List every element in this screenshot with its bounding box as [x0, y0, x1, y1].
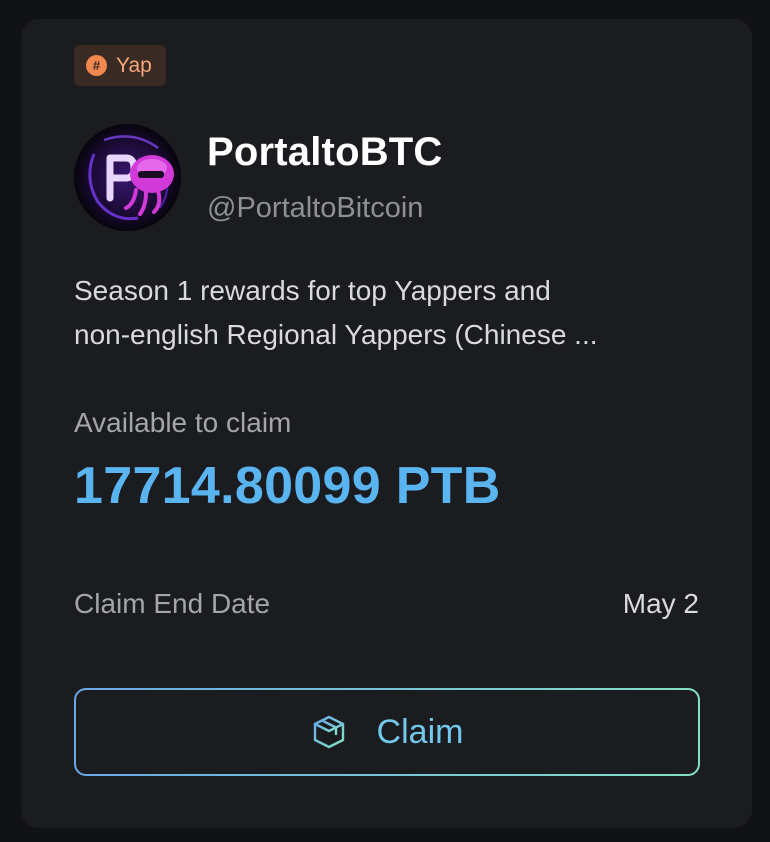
description-line: Season 1 rewards for top Yappers and: [74, 275, 551, 306]
profile-handle: @PortaltoBitcoin: [207, 192, 424, 224]
claim-button-label: Claim: [376, 712, 464, 751]
end-date-value: May 2: [622, 588, 699, 619]
claim-card: # Yap PortaltoBTC @PortaltoBitcoin Seaso…: [21, 19, 752, 828]
hash-icon: #: [86, 55, 107, 76]
campaign-description: Season 1 rewards for top Yappers and non…: [74, 269, 704, 357]
claim-button-inner: Claim: [76, 690, 698, 774]
tag-label: Yap: [116, 53, 152, 77]
avatar: [74, 124, 181, 231]
description-line: non-english Regional Yappers (Chinese ..…: [74, 319, 598, 350]
box-icon: [313, 715, 344, 749]
yap-tag: # Yap: [74, 45, 166, 86]
claim-amount: 17714.80099 PTB: [74, 457, 501, 515]
profile-name: PortaltoBTC: [207, 130, 443, 174]
end-date-label: Claim End Date: [74, 588, 271, 619]
portal-jellyfish-avatar-icon: [74, 124, 181, 231]
available-label: Available to claim: [74, 407, 292, 438]
claim-button[interactable]: Claim: [74, 688, 700, 776]
